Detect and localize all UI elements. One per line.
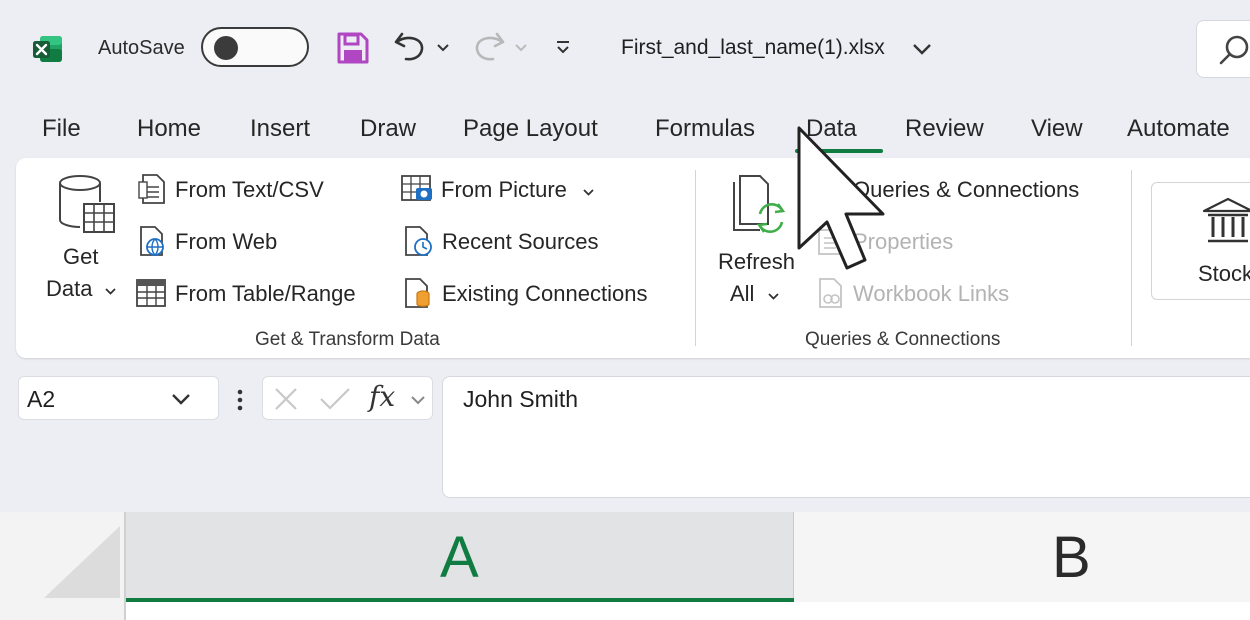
get-data-label-line2: Data bbox=[46, 276, 93, 301]
undo-icon[interactable] bbox=[393, 29, 427, 70]
autosave-label: AutoSave bbox=[98, 37, 185, 59]
autosave-toggle[interactable] bbox=[201, 27, 309, 67]
existing-connections-label: Existing Connections bbox=[442, 281, 648, 306]
tab-review[interactable]: Review bbox=[905, 115, 984, 143]
tab-page-layout[interactable]: Page Layout bbox=[463, 115, 598, 143]
bank-icon bbox=[1202, 197, 1250, 250]
chevron-down-icon bbox=[582, 184, 595, 202]
tab-insert[interactable]: Insert bbox=[250, 115, 310, 143]
get-data-button[interactable]: Get Data bbox=[44, 172, 124, 310]
mouse-pointer-icon bbox=[795, 124, 895, 279]
from-text-csv-label: From Text/CSV bbox=[175, 177, 324, 202]
database-table-icon bbox=[58, 174, 116, 241]
undo-dropdown-chevron-icon[interactable] bbox=[436, 40, 450, 58]
recent-sources-label: Recent Sources bbox=[442, 229, 599, 254]
formula-content: John Smith bbox=[463, 386, 579, 412]
file-name-title[interactable]: First_and_last_name(1).xlsx bbox=[621, 36, 885, 60]
existing-connections-button[interactable]: Existing Connections bbox=[402, 276, 672, 312]
column-header-b[interactable] bbox=[795, 512, 1250, 602]
from-text-csv-button[interactable]: From Text/CSV bbox=[137, 172, 347, 208]
from-web-label: From Web bbox=[175, 229, 278, 254]
cell-row[interactable] bbox=[126, 602, 1250, 620]
queries-connections-group-label: Queries & Connections bbox=[805, 329, 1001, 350]
ribbon-group-separator bbox=[695, 170, 696, 346]
cancel-icon[interactable] bbox=[272, 385, 300, 418]
refresh-icon bbox=[730, 174, 792, 243]
insert-function-button[interactable]: fx bbox=[369, 380, 395, 413]
text-file-icon bbox=[137, 173, 167, 210]
more-options-icon[interactable] bbox=[236, 389, 244, 416]
recent-sources-button[interactable]: Recent Sources bbox=[402, 224, 612, 260]
tab-view[interactable]: View bbox=[1031, 115, 1083, 143]
from-picture-button[interactable]: From Picture bbox=[400, 172, 610, 208]
name-box-value: A2 bbox=[27, 386, 56, 412]
redo-dropdown-chevron-icon bbox=[514, 40, 528, 58]
from-picture-label: From Picture bbox=[441, 177, 567, 202]
get-transform-group-label: Get & Transform Data bbox=[255, 329, 440, 350]
redo-icon bbox=[472, 29, 506, 70]
file-name-chevron-icon[interactable] bbox=[912, 42, 932, 60]
from-table-range-button[interactable]: From Table/Range bbox=[135, 276, 375, 312]
existing-connections-icon bbox=[402, 277, 434, 314]
workbook-links-icon bbox=[816, 277, 846, 314]
from-table-range-label: From Table/Range bbox=[175, 281, 356, 306]
enter-checkmark-icon[interactable] bbox=[318, 385, 352, 418]
tab-draw[interactable]: Draw bbox=[360, 115, 416, 143]
workbook-links-button: Workbook Links bbox=[816, 276, 1036, 312]
get-data-label-line1: Get bbox=[63, 244, 99, 269]
picture-table-icon bbox=[400, 174, 434, 209]
name-box-chevron-icon[interactable] bbox=[170, 392, 192, 411]
from-web-button[interactable]: From Web bbox=[137, 224, 317, 260]
tab-home[interactable]: Home bbox=[137, 115, 201, 143]
recent-sources-icon bbox=[402, 225, 434, 262]
tab-automate[interactable]: Automate bbox=[1127, 115, 1230, 143]
stocks-label: Stocks bbox=[1198, 261, 1250, 286]
select-all-corner[interactable] bbox=[0, 512, 126, 620]
search-box[interactable] bbox=[1196, 20, 1250, 78]
chevron-down-icon bbox=[104, 283, 117, 301]
chevron-down-icon bbox=[767, 288, 780, 306]
search-icon bbox=[1217, 33, 1250, 72]
refresh-all-label-line1: Refresh bbox=[718, 249, 796, 274]
excel-logo-icon bbox=[32, 33, 64, 65]
stocks-data-type-button[interactable]: Stocks bbox=[1151, 182, 1250, 300]
column-b-letter: B bbox=[1052, 525, 1091, 590]
table-icon bbox=[135, 278, 167, 313]
refresh-all-label-line2: All bbox=[730, 281, 755, 306]
save-icon[interactable] bbox=[336, 31, 370, 70]
column-a-letter: A bbox=[440, 525, 479, 590]
ribbon-group-separator bbox=[1131, 170, 1132, 346]
workbook-links-label: Workbook Links bbox=[853, 281, 1010, 306]
web-page-icon bbox=[137, 225, 167, 262]
refresh-all-button[interactable]: Refresh All bbox=[712, 172, 808, 310]
tab-formulas[interactable]: Formulas bbox=[655, 115, 755, 143]
customize-qat-icon[interactable] bbox=[555, 40, 571, 61]
tab-file[interactable]: File bbox=[42, 115, 81, 143]
chevron-down-icon[interactable] bbox=[410, 393, 426, 411]
